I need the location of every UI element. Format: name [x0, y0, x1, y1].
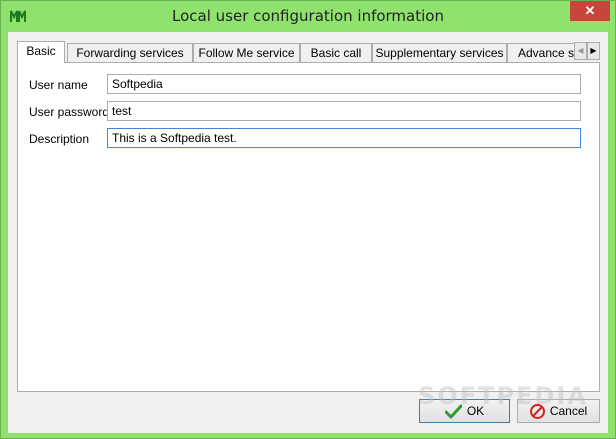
checkmark-icon	[444, 404, 462, 419]
tab-supplementary-services[interactable]: Supplementary services	[372, 43, 507, 63]
tab-forwarding-services[interactable]: Forwarding services	[67, 43, 193, 63]
tab-strip: Basic Forwarding services Follow Me serv…	[17, 41, 583, 63]
arrow-right-icon: ▶	[590, 46, 597, 55]
tab-follow-me-service[interactable]: Follow Me service	[193, 43, 300, 63]
user-password-field[interactable]	[107, 101, 581, 121]
dialog-window: Local user configuration information ✕ B…	[0, 0, 616, 439]
description-label: Description	[29, 132, 90, 146]
close-icon: ✕	[584, 3, 596, 18]
cancel-button-label: Cancel	[549, 404, 588, 418]
user-name-label: User name	[29, 78, 88, 92]
tab-basic-call[interactable]: Basic call	[300, 43, 372, 63]
title-bar[interactable]: Local user configuration information ✕	[1, 1, 615, 32]
window-title: Local user configuration information	[172, 7, 444, 25]
user-password-label: User password	[29, 105, 110, 119]
ok-button[interactable]: OK	[419, 399, 510, 423]
description-field[interactable]	[107, 128, 581, 148]
tab-advance-services[interactable]: Advance ser	[507, 43, 583, 63]
close-button[interactable]: ✕	[570, 1, 610, 21]
basic-tab-panel: User name User password Description	[17, 62, 600, 392]
tab-basic[interactable]: Basic	[17, 41, 65, 63]
dialog-client-area: Basic Forwarding services Follow Me serv…	[8, 32, 608, 433]
no-entry-icon	[529, 403, 545, 419]
tab-scroll-right-button[interactable]: ▶	[587, 42, 600, 60]
ok-button-label: OK	[466, 404, 485, 418]
tab-scroll-left-button[interactable]: ◀	[574, 42, 587, 60]
cancel-button[interactable]: Cancel	[517, 399, 600, 423]
arrow-left-icon: ◀	[577, 46, 584, 55]
user-name-field[interactable]	[107, 74, 581, 94]
